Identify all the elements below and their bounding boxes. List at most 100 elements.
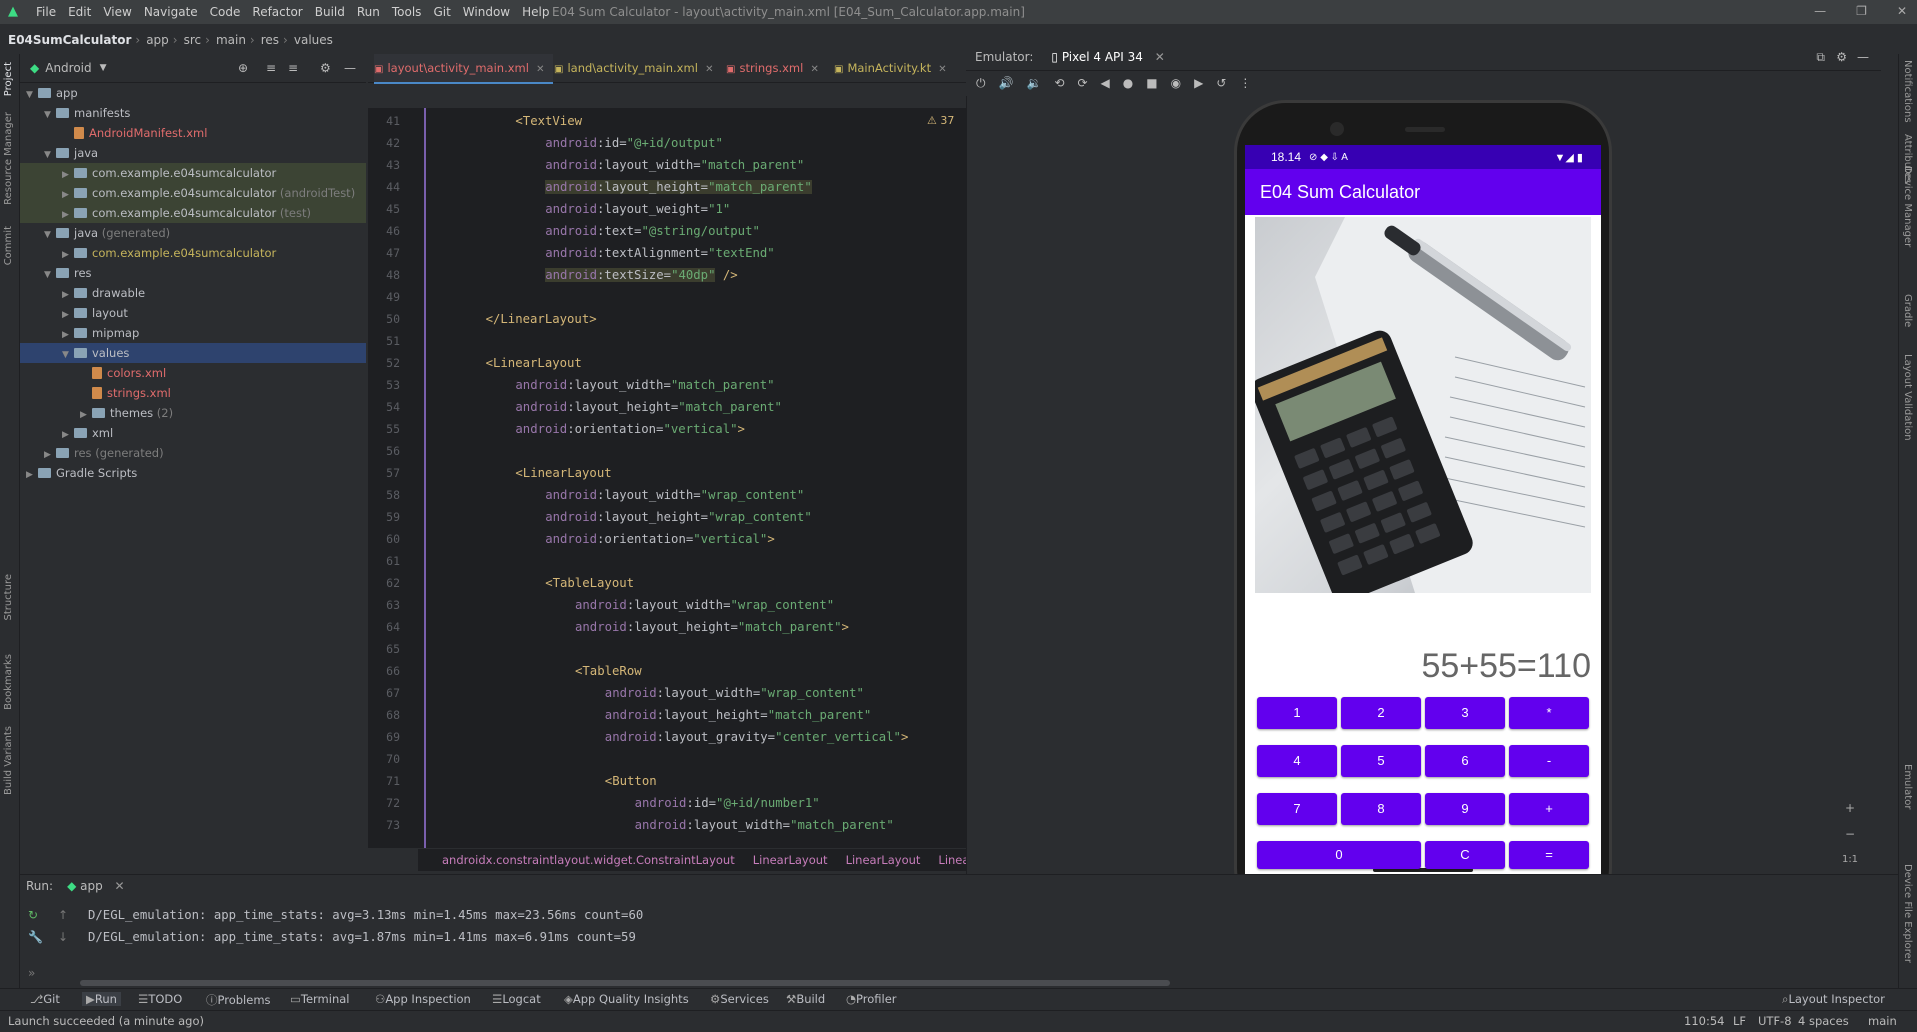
tool-window-bookmarks[interactable]: Bookmarks bbox=[3, 654, 14, 710]
tree-item-res[interactable]: ▼ res bbox=[20, 263, 366, 283]
scroll-up-icon[interactable]: ↑ bbox=[58, 908, 68, 922]
chevron-down-icon[interactable]: ▼ bbox=[44, 145, 56, 165]
key-+[interactable]: + bbox=[1509, 793, 1589, 825]
tree-item-themes[interactable]: ▶ themes (2) bbox=[20, 403, 366, 423]
chevron-right-icon[interactable]: ▶ bbox=[62, 425, 74, 445]
code-editor[interactable]: <TextView android:id="@+id/output" android… bbox=[418, 108, 966, 848]
chevron-down-icon[interactable]: ▼ bbox=[26, 85, 38, 105]
record-icon[interactable]: ▶ bbox=[1194, 76, 1203, 90]
chevron-down-icon[interactable]: ▼ bbox=[44, 105, 56, 125]
editor-tab[interactable]: ▣ strings.xml ✕ bbox=[726, 54, 827, 82]
editor-breadcrumb-item[interactable]: androidx.constraintlayout.widget.Constra… bbox=[442, 853, 735, 867]
menu-item-refactor[interactable]: Refactor bbox=[252, 5, 302, 19]
chevron-right-icon[interactable]: ▶ bbox=[62, 205, 74, 225]
tree-item-java[interactable]: ▼ java bbox=[20, 143, 366, 163]
tool-window-notifications[interactable]: Notifications bbox=[1902, 60, 1913, 123]
rotate-left-icon[interactable]: ⟲ bbox=[1054, 76, 1064, 90]
tree-item-com-example-e04sumcalculator[interactable]: ▶ com.example.e04sumcalculator bbox=[20, 163, 366, 183]
zoom-in-icon[interactable]: + bbox=[1836, 795, 1864, 821]
tree-item-res[interactable]: ▶ res (generated) bbox=[20, 443, 366, 463]
tool-window-project[interactable]: Project bbox=[3, 62, 14, 96]
menu-item-window[interactable]: Window bbox=[463, 5, 510, 19]
tree-item-values[interactable]: ▼ values bbox=[20, 343, 366, 363]
screenshot-icon[interactable]: ◉ bbox=[1171, 76, 1181, 90]
close-tab-icon[interactable]: ✕ bbox=[935, 64, 946, 75]
device-tab[interactable]: ▯ Pixel 4 API 34 ✕ bbox=[1051, 50, 1164, 64]
tool-terminal[interactable]: ▭ Terminal bbox=[290, 992, 349, 1006]
key-1[interactable]: 1 bbox=[1257, 697, 1337, 729]
tree-item-xml[interactable]: ▶ xml bbox=[20, 423, 366, 443]
cursor-position[interactable]: 110:54 bbox=[1684, 1014, 1724, 1028]
editor-tab[interactable]: ▣ land\activity_main.xml ✕ bbox=[554, 54, 721, 82]
hide-emulator-icon[interactable]: — bbox=[1857, 50, 1869, 64]
tree-item-androidmanifest-xml[interactable]: AndroidManifest.xml bbox=[20, 123, 366, 143]
menu-item-view[interactable]: View bbox=[103, 5, 131, 19]
rerun-icon[interactable]: ↻ bbox=[28, 908, 38, 922]
tool-window-build-variants[interactable]: Build Variants bbox=[3, 726, 14, 795]
back-icon[interactable]: ◀ bbox=[1101, 76, 1110, 90]
breadcrumb-item[interactable]: values bbox=[294, 33, 333, 47]
close-tab-icon[interactable]: ✕ bbox=[807, 64, 819, 75]
volume-up-icon[interactable]: 🔊 bbox=[999, 76, 1014, 90]
chevron-right-icon[interactable]: ▶ bbox=[62, 325, 74, 345]
breadcrumb-item[interactable]: app bbox=[146, 33, 169, 47]
chevron-down-icon[interactable]: ▼ bbox=[44, 225, 56, 245]
chevron-right-icon[interactable]: ▶ bbox=[80, 405, 92, 425]
chevron-right-icon[interactable]: ▶ bbox=[26, 465, 38, 485]
tree-item-strings-xml[interactable]: strings.xml bbox=[20, 383, 366, 403]
editor-tab[interactable]: ▣ layout\activity_main.xml ✕ bbox=[374, 54, 553, 84]
wrench-icon[interactable]: 🔧 bbox=[28, 930, 43, 944]
chevron-right-icon[interactable]: ▶ bbox=[44, 445, 56, 465]
emulator-settings-icon[interactable]: ⚙ bbox=[1836, 50, 1847, 64]
line-separator[interactable]: LF bbox=[1733, 1014, 1746, 1028]
indent-setting[interactable]: 4 spaces bbox=[1798, 1014, 1849, 1028]
tool-git[interactable]: ⎇ Git bbox=[30, 992, 60, 1006]
zoom-actual-label[interactable]: 1:1 bbox=[1836, 847, 1864, 873]
home-icon[interactable]: ● bbox=[1123, 76, 1133, 90]
key-0[interactable]: 0 bbox=[1257, 841, 1421, 869]
menu-item-tools[interactable]: Tools bbox=[392, 5, 422, 19]
menu-item-navigate[interactable]: Navigate bbox=[144, 5, 198, 19]
project-view-mode[interactable]: Android bbox=[45, 61, 91, 75]
expand-more-icon[interactable]: » bbox=[28, 966, 35, 980]
zoom-out-icon[interactable]: − bbox=[1836, 821, 1864, 847]
scroll-down-icon[interactable]: ↓ bbox=[58, 930, 68, 944]
editor-warning-indicator[interactable]: ⚠ 37 bbox=[927, 114, 954, 127]
editor-breadcrumb-item[interactable]: LinearLayout bbox=[753, 853, 828, 867]
more-icon[interactable]: ⋮ bbox=[1239, 76, 1251, 90]
tool-window-commit[interactable]: Commit bbox=[3, 226, 14, 265]
key-*[interactable]: * bbox=[1509, 697, 1589, 729]
chevron-right-icon[interactable]: ▶ bbox=[62, 245, 74, 265]
restore-icon[interactable]: ❐ bbox=[1856, 4, 1867, 18]
key-8[interactable]: 8 bbox=[1341, 793, 1421, 825]
menu-item-git[interactable]: Git bbox=[433, 5, 450, 19]
menu-item-code[interactable]: Code bbox=[210, 5, 241, 19]
tree-item-com-example-e04sumcalculator[interactable]: ▶ com.example.e04sumcalculator bbox=[20, 243, 366, 263]
hide-panel-icon[interactable]: — bbox=[344, 61, 356, 75]
tool-run[interactable]: ▶ Run bbox=[82, 992, 121, 1006]
tool-services[interactable]: ⚙ Services bbox=[710, 992, 769, 1006]
menu-item-build[interactable]: Build bbox=[315, 5, 345, 19]
tree-item-java[interactable]: ▼ java (generated) bbox=[20, 223, 366, 243]
gear-icon[interactable]: ⚙ bbox=[320, 61, 331, 75]
chevron-right-icon[interactable]: ▶ bbox=[62, 305, 74, 325]
tree-item-manifests[interactable]: ▼ manifests bbox=[20, 103, 366, 123]
key-=[interactable]: = bbox=[1509, 841, 1589, 869]
console-scrollbar[interactable] bbox=[80, 980, 1170, 986]
breadcrumb-item[interactable]: res bbox=[261, 33, 279, 47]
tool-todo[interactable]: ☰ TODO bbox=[138, 992, 182, 1006]
tool-problems[interactable]: ⓘ Problems bbox=[206, 992, 271, 1008]
tree-item-gradle-scripts[interactable]: ▶ Gradle Scripts bbox=[20, 463, 366, 483]
key-5[interactable]: 5 bbox=[1341, 745, 1421, 777]
volume-down-icon[interactable]: 🔉 bbox=[1026, 76, 1041, 90]
key-C[interactable]: C bbox=[1425, 841, 1505, 869]
tool-window-structure[interactable]: Structure bbox=[3, 574, 14, 621]
phone-screen[interactable]: 18.14 ⊘ ◆ ⇩ A ▼◢ ▮ E04 Sum Calculator 55… bbox=[1245, 145, 1601, 877]
snapshot-icon[interactable]: ↺ bbox=[1216, 76, 1226, 90]
tool-window-resource-manager[interactable]: Resource Manager bbox=[3, 112, 14, 205]
collapse-all-icon[interactable]: ≡ bbox=[288, 61, 298, 75]
power-icon[interactable]: ⏻ bbox=[976, 76, 986, 91]
close-tab-icon[interactable]: ✕ bbox=[533, 64, 544, 75]
tree-item-app[interactable]: ▼ app bbox=[20, 83, 366, 103]
tree-item-drawable[interactable]: ▶ drawable bbox=[20, 283, 366, 303]
